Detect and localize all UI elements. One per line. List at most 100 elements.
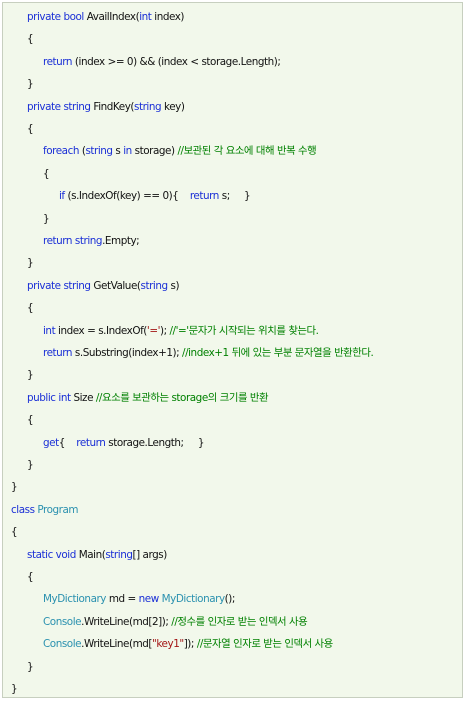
code-token: { <box>27 123 34 135</box>
code-token: //정수를 인자로 받는 인덱서 사용 <box>171 615 308 628</box>
code-token: string <box>85 145 113 158</box>
code-token: foreach <box>43 145 79 158</box>
code-line: } <box>3 208 462 230</box>
code-line: return string.Empty; <box>3 230 462 252</box>
code-token: (s.IndexOf(key) == 0){ <box>64 190 190 203</box>
code-token: storage.Length; } <box>105 436 205 449</box>
code-line: { <box>3 163 462 185</box>
code-line: foreach (string s in storage) //보관된 각 요소… <box>3 140 462 162</box>
code-token: AvailIndex( <box>83 11 140 23</box>
code-line: Console.WriteLine(md["key1"]); //문자열 인자로… <box>3 633 462 655</box>
code-token: string <box>105 548 133 561</box>
code-token: in <box>123 145 132 158</box>
code-line: { <box>3 118 462 140</box>
code-token: s) <box>167 279 180 292</box>
code-token: Program <box>37 503 79 516</box>
code-line: get{ return storage.Length; } <box>3 432 462 454</box>
code-token: s.Substring(index+1); <box>72 347 183 359</box>
code-token: MyDictionary <box>43 593 107 606</box>
code-token: { <box>11 526 18 539</box>
code-token: int <box>139 11 152 23</box>
code-token: private bool <box>27 11 84 23</box>
code-token: [] args) <box>132 548 167 561</box>
code-token: { <box>27 33 34 46</box>
code-line: int index = s.IndexOf('='); //'='문자가 시작되… <box>3 320 462 342</box>
code-token: (index >= 0) && (index < storage.Length)… <box>72 55 281 68</box>
code-token: (); <box>224 593 236 606</box>
code-token: } <box>43 212 50 225</box>
code-token: .WriteLine(md[2]); <box>81 615 172 628</box>
code-token: Size <box>70 391 96 404</box>
code-line: MyDictionary md = new MyDictionary(); <box>3 588 462 610</box>
code-token: { <box>27 414 34 427</box>
code-token: //index+1 뒤에 있는 부분 문자열을 반환한다. <box>182 347 374 359</box>
code-token: string <box>134 100 162 113</box>
code-token: MyDictionary <box>161 593 225 606</box>
code-token: { <box>43 167 50 180</box>
code-line: { <box>3 28 462 50</box>
code-token: get <box>43 436 59 449</box>
code-token: s; } <box>218 190 251 203</box>
code-token: } <box>27 257 34 270</box>
code-token: return <box>76 436 106 449</box>
code-line: } <box>3 73 462 95</box>
code-token: "key1" <box>152 638 184 651</box>
code-token: //보관된 각 요소에 대해 반복 수행 <box>177 145 317 158</box>
code-token: { <box>27 302 34 315</box>
code-line: public int Size //요소를 보관하는 storage의 크기를 … <box>3 387 462 409</box>
code-token: public int <box>27 391 71 404</box>
code-line: private bool AvailIndex(int index) <box>3 6 462 28</box>
code-line: class Program <box>3 499 462 521</box>
code-line: { <box>3 566 462 588</box>
code-token: GetValue( <box>90 279 141 292</box>
code-token: } <box>27 369 34 382</box>
code-token: //'='문자가 시작되는 위치를 찾는다. <box>169 324 319 337</box>
code-token: class <box>11 503 35 516</box>
code-line: } <box>3 656 462 678</box>
code-token: } <box>27 660 34 673</box>
code-token: index) <box>151 11 185 23</box>
code-token: } <box>11 683 18 695</box>
code-token: return <box>43 347 73 359</box>
code-listing: private bool AvailIndex(int index){retur… <box>2 2 463 698</box>
code-line: } <box>3 252 462 274</box>
code-line: { <box>3 521 462 543</box>
code-token: '=' <box>146 324 161 337</box>
code-token: } <box>27 459 34 471</box>
code-token: { <box>58 436 77 449</box>
code-token: .Empty; <box>102 235 140 247</box>
code-token: FindKey( <box>90 100 135 113</box>
code-token: } <box>27 78 34 91</box>
code-token: static void <box>27 548 76 561</box>
code-line: private string GetValue(string s) <box>3 275 462 297</box>
code-line: } <box>3 454 462 476</box>
code-token: return string <box>43 235 103 247</box>
code-token: return <box>43 55 73 68</box>
code-line: Console.WriteLine(md[2]); //정수를 인자로 받는 인… <box>3 611 462 633</box>
code-line: if (s.IndexOf(key) == 0){ return s; } <box>3 185 462 207</box>
code-line: return (index >= 0) && (index < storage.… <box>3 51 462 73</box>
code-token: ]); <box>183 638 197 651</box>
code-token: new <box>138 593 160 606</box>
code-token: storage) <box>131 145 178 158</box>
code-token: //문자열 인자로 받는 인덱서 사용 <box>196 638 333 651</box>
code-token: key) <box>161 100 185 113</box>
code-token: { <box>27 571 34 583</box>
code-token: return <box>189 190 220 203</box>
code-token: index = s.IndexOf( <box>55 324 147 337</box>
code-token: Console <box>43 615 82 628</box>
code-line: return s.Substring(index+1); //index+1 뒤… <box>3 342 462 364</box>
code-line: private string FindKey(string key) <box>3 96 462 118</box>
code-token: } <box>11 481 18 494</box>
code-token: .WriteLine(md[ <box>81 638 153 651</box>
code-token: Main( <box>75 548 106 561</box>
code-token: //요소를 보관하는 storage의 크기를 반환 <box>95 391 269 404</box>
code-token: ); <box>159 324 170 337</box>
code-line: static void Main(string[] args) <box>3 544 462 566</box>
code-line: { <box>3 409 462 431</box>
code-line: } <box>3 476 462 498</box>
code-token: private string <box>27 279 91 292</box>
code-token: int <box>43 324 56 337</box>
code-line: { <box>3 297 462 319</box>
code-line: } <box>3 364 462 386</box>
